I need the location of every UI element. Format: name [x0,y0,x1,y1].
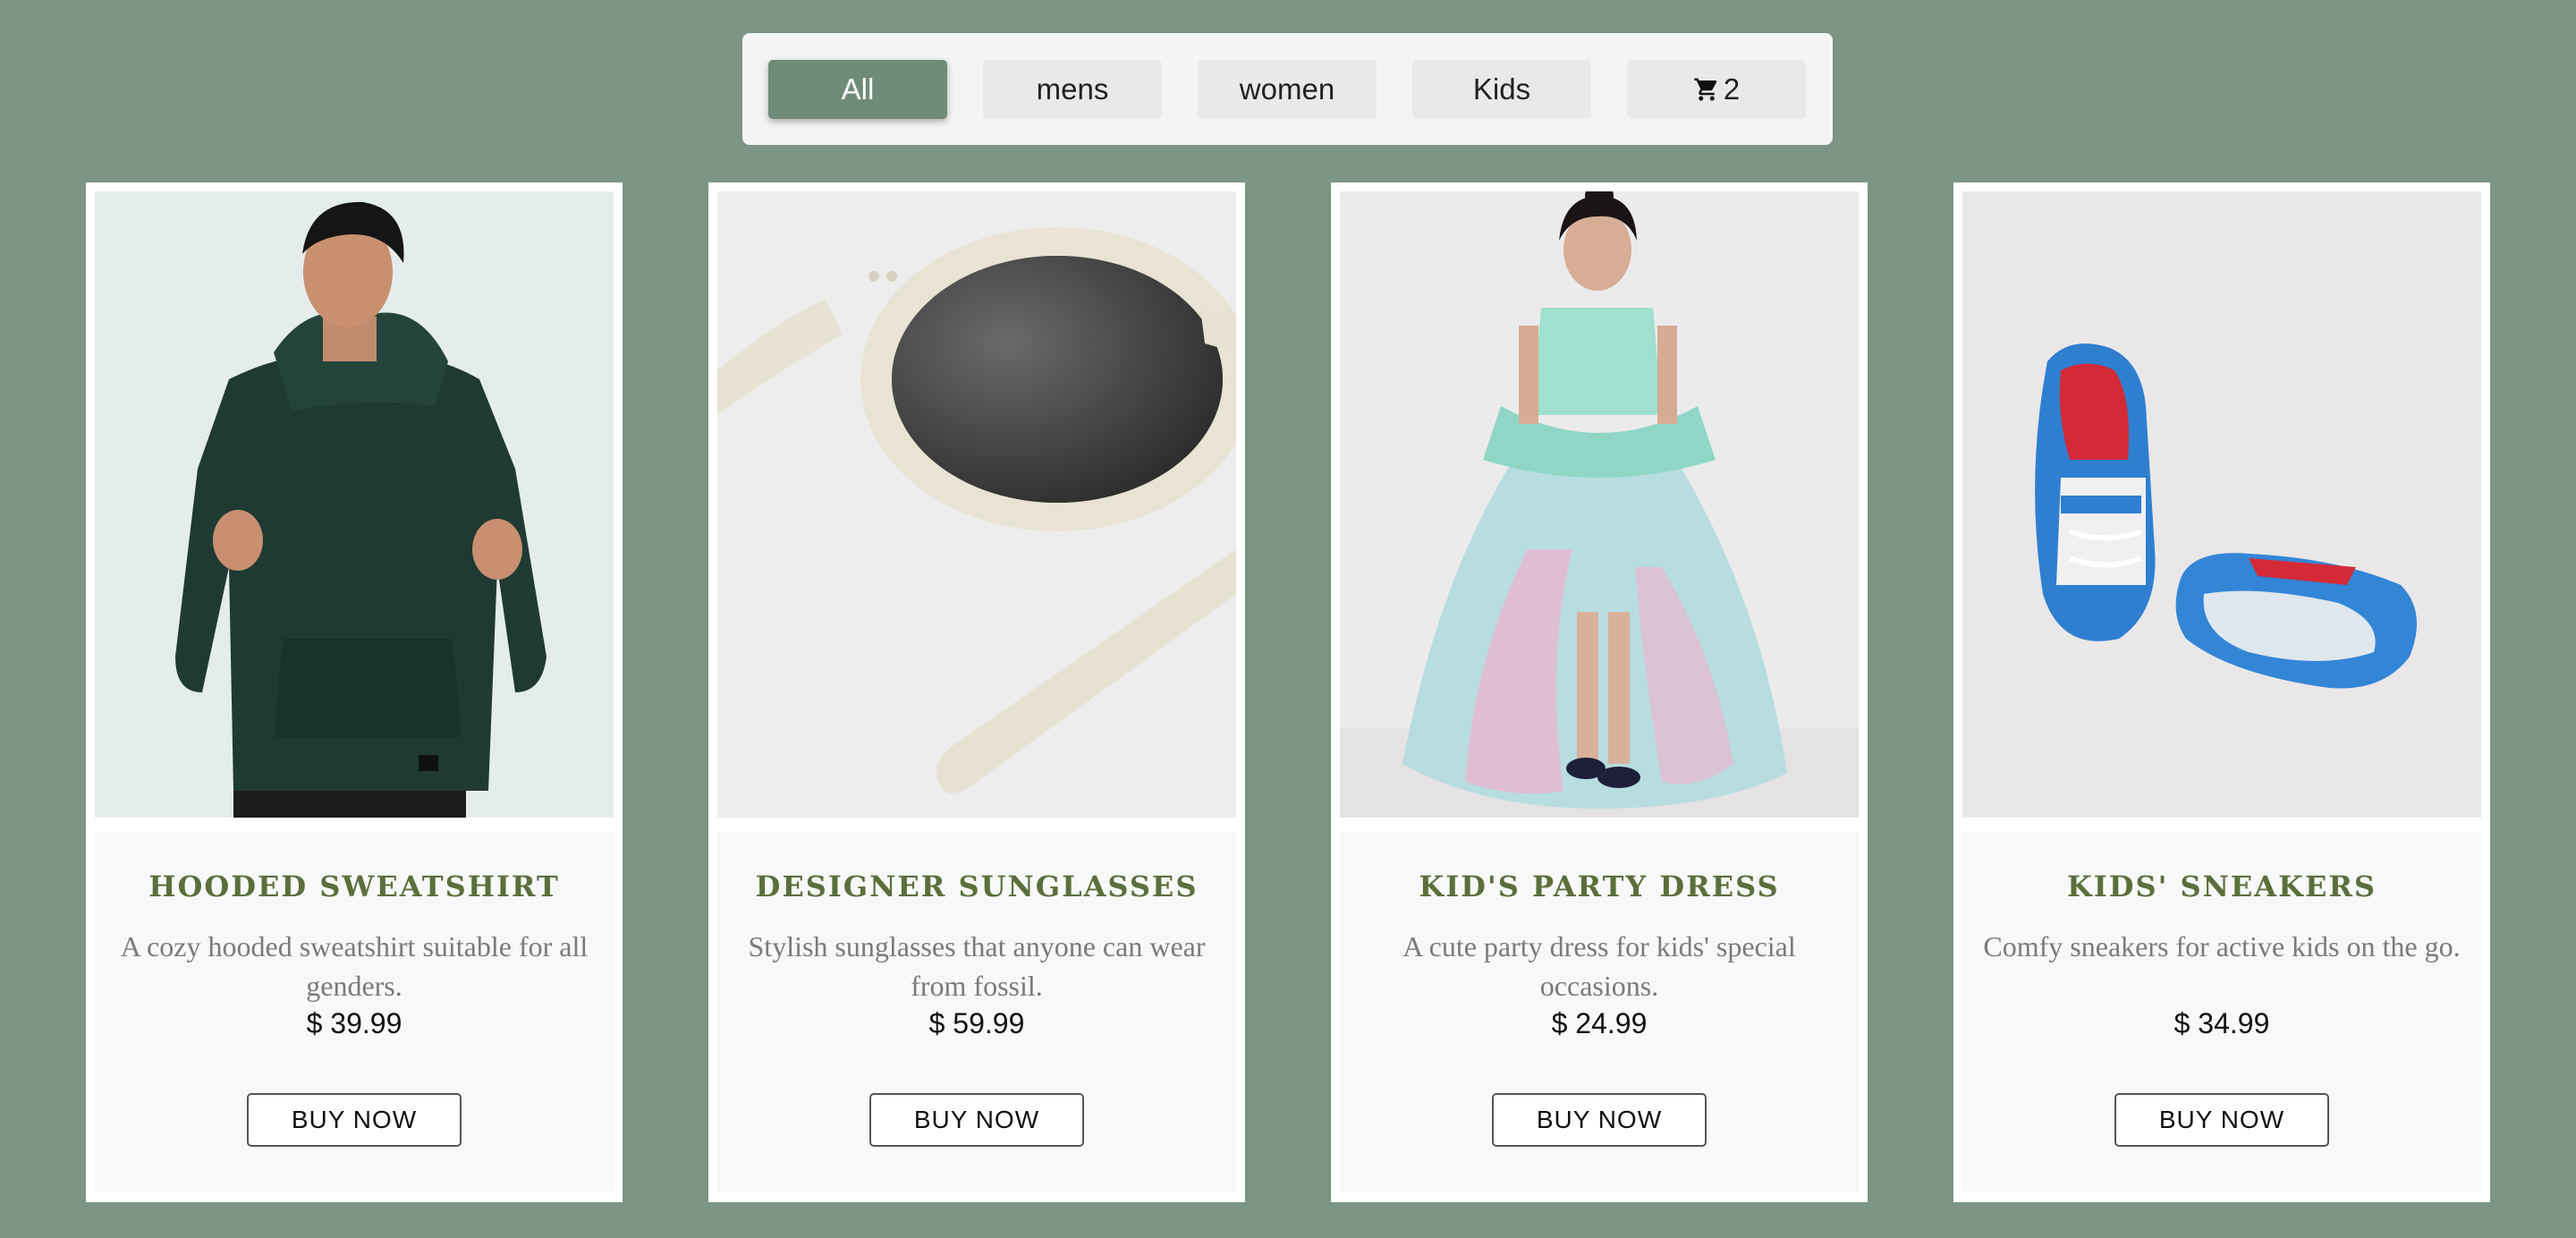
buy-now-button[interactable]: BUY NOW [247,1093,462,1147]
product-card: Kids' Sneakers Comfy sneakers for active… [1953,182,2490,1202]
product-image [95,191,614,818]
filter-kids-button[interactable]: Kids [1412,59,1591,119]
buy-now-button[interactable]: BUY NOW [869,1093,1084,1147]
cart-icon [1693,76,1720,103]
buy-now-button[interactable]: BUY NOW [1492,1093,1707,1147]
product-title: Hooded Sweatshirt [148,869,560,903]
product-price: $ 59.99 [928,1007,1025,1039]
product-title: Kids' Sneakers [2066,869,2377,903]
category-filter-bar: All mens women Kids 2 [742,33,1833,145]
product-title: Kid's Party Dress [1419,869,1780,903]
filter-women-button[interactable]: women [1198,59,1377,119]
product-image [717,191,1236,818]
product-image [1962,191,2481,818]
filter-mens-button[interactable]: mens [983,59,1162,119]
product-image [1340,191,1859,818]
product-card: Kid's Party Dress A cute party dress for… [1331,182,1868,1202]
product-grid: Hooded Sweatshirt A cozy hooded sweatshi… [86,182,2492,1202]
product-info: Designer Sunglasses Stylish sunglasses t… [717,832,1236,1191]
cart-button[interactable]: 2 [1627,59,1806,119]
cart-count-badge: 2 [1723,72,1741,106]
product-info: Kid's Party Dress A cute party dress for… [1340,832,1859,1191]
product-description: A cozy hooded sweatshirt suitable for al… [120,930,589,1002]
filter-all-button[interactable]: All [768,59,947,119]
product-description: A cute party dress for kids' special occ… [1402,930,1796,1002]
product-price: $ 39.99 [306,1007,402,1039]
kids-party-dress-photo [1340,191,1859,818]
kids-sneakers-photo [1962,191,2481,818]
product-title: Designer Sunglasses [755,869,1199,903]
product-card: Hooded Sweatshirt A cozy hooded sweatshi… [86,182,623,1202]
product-description: Comfy sneakers for active kids on the go… [1983,930,2461,962]
product-description: Stylish sunglasses that anyone can wear … [748,930,1206,1002]
product-info: Kids' Sneakers Comfy sneakers for active… [1962,832,2481,1191]
product-price: $ 34.99 [2174,1007,2270,1039]
product-card: Designer Sunglasses Stylish sunglasses t… [708,182,1245,1202]
designer-sunglasses-photo [717,191,1236,818]
buy-now-button[interactable]: BUY NOW [2114,1093,2329,1147]
hooded-sweatshirt-photo [95,191,614,818]
product-info: Hooded Sweatshirt A cozy hooded sweatshi… [95,832,614,1191]
product-price: $ 24.99 [1551,1007,1648,1039]
